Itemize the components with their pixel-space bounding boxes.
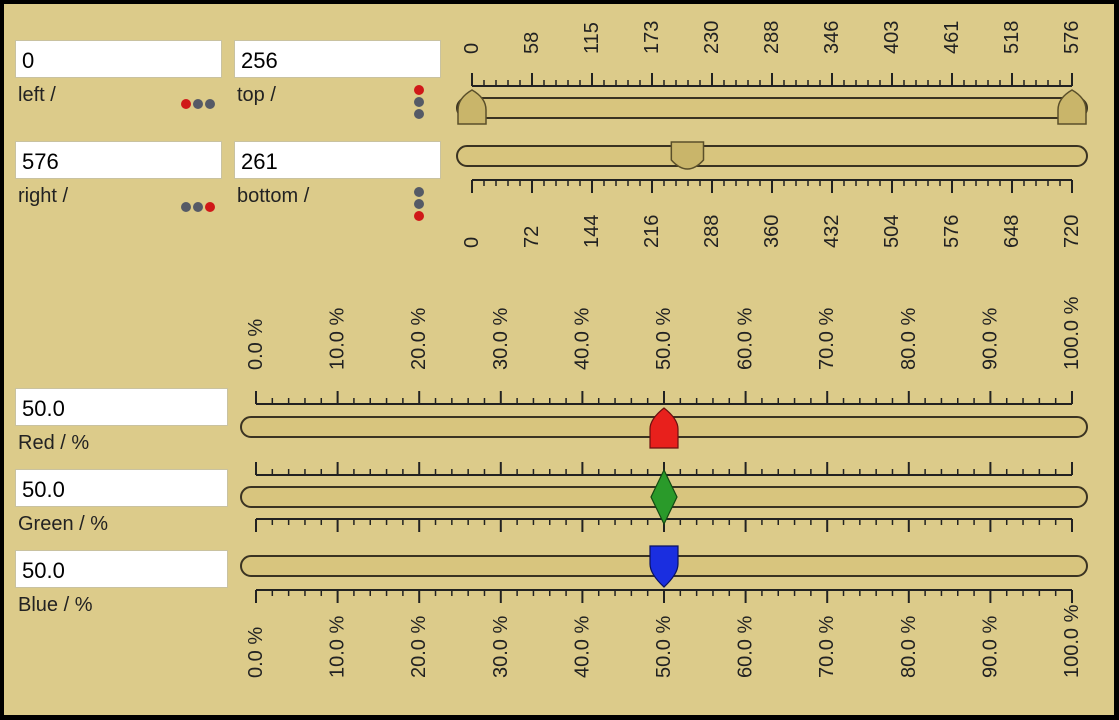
horizontal-scale-tick-label: 576 — [1061, 21, 1083, 54]
green-thumb[interactable] — [650, 468, 678, 526]
percent-top-tick-label: 70.0 % — [816, 308, 838, 370]
horizontal-scale-tick-label: 115 — [581, 22, 603, 54]
blue-thumb[interactable] — [649, 545, 679, 588]
percent-bottom-tick-label: 30.0 % — [490, 616, 512, 678]
vertical-scale-tick-label: 216 — [641, 215, 663, 248]
horizontal-scale-tick-label: 58 — [521, 32, 543, 54]
horizontal-scale-tick-label: 173 — [641, 21, 663, 54]
percent-top-tick-label: 0.0 % — [245, 319, 267, 370]
percent-bottom-tick-label: 20.0 % — [408, 616, 430, 678]
horizontal-scale-tick-label: 230 — [701, 21, 723, 54]
percent-top-tick-label: 40.0 % — [571, 308, 593, 370]
vertical-scale-tick-label: 504 — [881, 215, 903, 248]
vertical-scale-tick-label: 360 — [761, 215, 783, 248]
percent-top-tick-label: 30.0 % — [490, 308, 512, 370]
vertical-scale-tick-label: 720 — [1061, 215, 1083, 248]
percent-bottom-tick-label: 40.0 % — [571, 616, 593, 678]
percent-bottom-tick-label: 100.0 % — [1061, 604, 1083, 678]
percent-top-tick-label: 20.0 % — [408, 308, 430, 370]
vertical-scale-tick-label: 648 — [1001, 215, 1023, 248]
percent-top-tick-label: 60.0 % — [735, 308, 757, 370]
horizontal-scale-tick-label: 346 — [821, 21, 843, 54]
vertical-scale-tick-label: 0 — [461, 237, 483, 248]
vertical-scale-tick-label: 144 — [581, 215, 603, 248]
percent-bottom-tick-label: 50.0 % — [653, 616, 675, 678]
percent-top-tick-label: 50.0 % — [653, 308, 675, 370]
percent-top-tick-label: 10.0 % — [327, 308, 349, 370]
horizontal-scale-tick-label: 461 — [941, 21, 963, 54]
left-range-thumb[interactable] — [457, 89, 487, 125]
percent-bottom-tick-label: 0.0 % — [245, 627, 267, 678]
horizontal-range-track[interactable] — [456, 97, 1088, 119]
percent-bottom-tick-label: 60.0 % — [735, 616, 757, 678]
percent-bottom-tick-label: 90.0 % — [979, 616, 1001, 678]
vertical-scale-tick-label: 288 — [701, 215, 723, 248]
vertical-range-track[interactable] — [456, 145, 1088, 167]
percent-top-tick-label: 80.0 % — [898, 308, 920, 370]
percent-top-tick-label: 100.0 % — [1061, 296, 1083, 370]
percent-bottom-tick-label: 80.0 % — [898, 616, 920, 678]
horizontal-scale-tick-label: 518 — [1001, 21, 1023, 54]
range-control-panel: 0 left / 256 top / 576 right / 261 botto… — [4, 4, 1114, 715]
red-thumb[interactable] — [649, 407, 679, 449]
percent-bottom-tick-label: 70.0 % — [816, 616, 838, 678]
percent-top-tick-label: 90.0 % — [979, 308, 1001, 370]
right-range-thumb[interactable] — [1057, 89, 1087, 125]
horizontal-scale-tick-label: 0 — [461, 43, 483, 54]
top-bottom-range-thumb[interactable] — [670, 141, 705, 170]
percent-bottom-tick-label: 10.0 % — [327, 616, 349, 678]
horizontal-scale-tick-label: 288 — [761, 21, 783, 54]
horizontal-scale-tick-label: 403 — [881, 21, 903, 54]
slider-graphics: 0 58 115 173 230 288 346 403 461 518 576 0 72 144 216 2… — [240, 21, 1088, 678]
vertical-scale-tick-label: 432 — [821, 215, 843, 248]
vertical-scale-tick-label: 72 — [521, 226, 543, 248]
vertical-scale-tick-label: 576 — [941, 215, 963, 248]
